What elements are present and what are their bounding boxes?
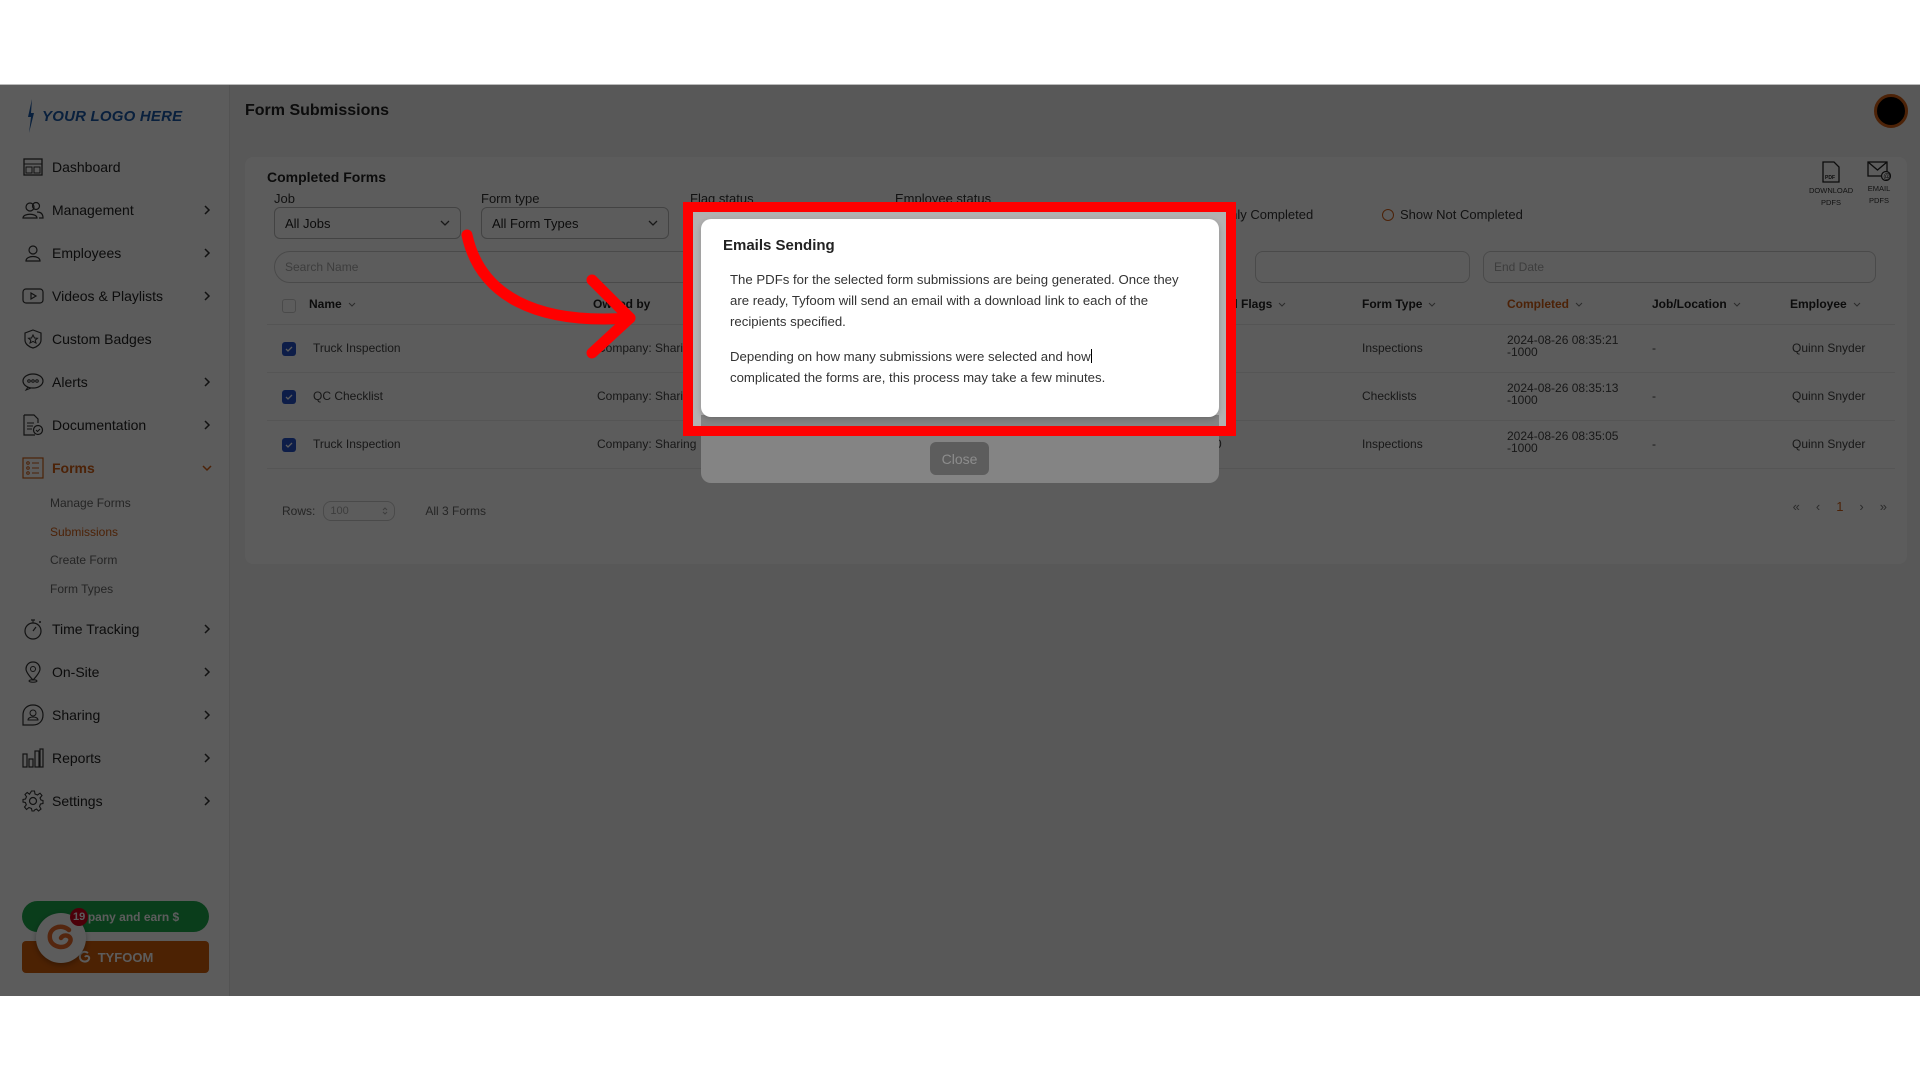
text-cursor: [1090, 349, 1092, 363]
dialog-body: The PDFs for the selected form submissio…: [730, 269, 1200, 402]
app-window: YOUR LOGO HERE Dashboard Management Empl…: [0, 84, 1920, 996]
dialog-text-line: complicated the forms are, this process …: [730, 370, 1106, 385]
emails-sending-dialog: Emails Sending The PDFs for the selected…: [701, 219, 1219, 417]
dialog-text-line: Depending on how many submissions were s…: [730, 349, 1091, 364]
close-button[interactable]: Close: [930, 442, 989, 475]
dialog-title: Emails Sending: [723, 237, 835, 254]
dialog-paragraph: Depending on how many submissions were s…: [730, 346, 1200, 388]
dialog-paragraph: The PDFs for the selected form submissio…: [730, 272, 1179, 329]
